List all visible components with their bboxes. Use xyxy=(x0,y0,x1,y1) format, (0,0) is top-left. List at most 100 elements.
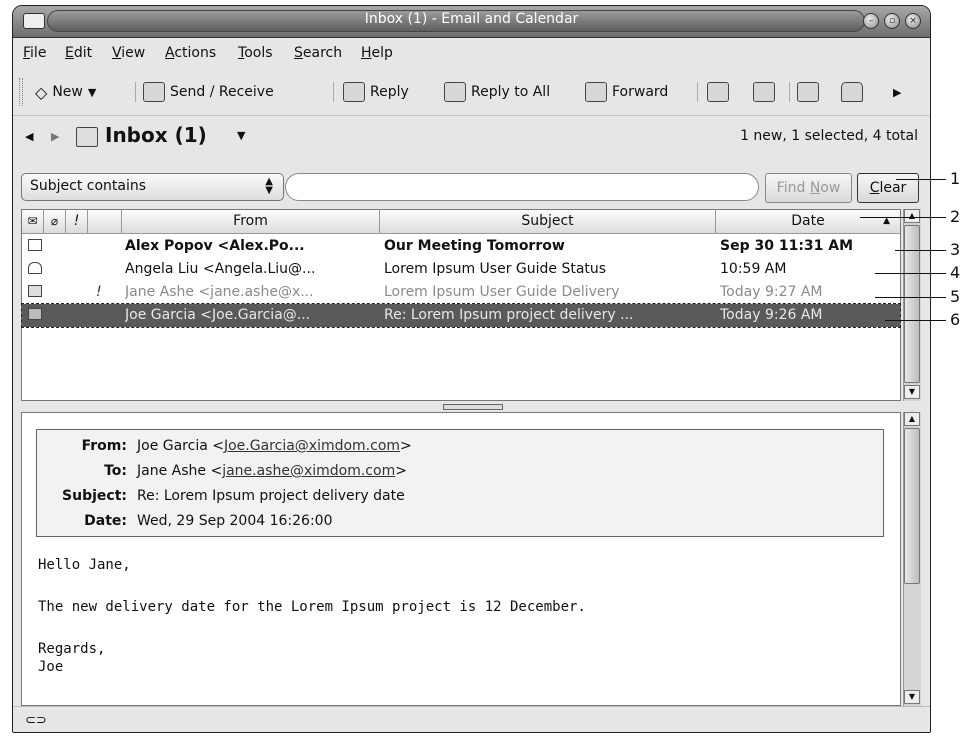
menu-help[interactable]: Help xyxy=(361,45,393,61)
splitter-handle[interactable] xyxy=(443,404,503,410)
copy-to-folder-button[interactable] xyxy=(753,80,775,104)
back-arrow-icon[interactable]: ◀ xyxy=(25,130,33,143)
table-row[interactable]: Angela Liu <Angela.Liu@... Lorem Ipsum U… xyxy=(22,258,900,281)
header-subject: Re: Lorem Ipsum project delivery date xyxy=(137,488,405,504)
callout-line-4 xyxy=(875,273,946,274)
search-criteria-dropdown[interactable]: Subject contains ▲ ▼ xyxy=(21,173,284,201)
scroll-thumb[interactable] xyxy=(904,225,920,383)
table-row-selected[interactable]: Joe Garcia <Joe.Garcia@... Re: Lorem Ips… xyxy=(21,303,901,328)
folder-summary: 1 new, 1 selected, 4 total xyxy=(740,128,918,144)
pane-splitter[interactable] xyxy=(13,403,930,411)
folder-dropdown-icon[interactable]: ▼ xyxy=(237,129,245,142)
message-header-box: From: Joe Garcia <Joe.Garcia@ximdom.com>… xyxy=(36,429,884,537)
message-list-scrollbar[interactable]: ▲ ▼ xyxy=(903,209,921,401)
column-status[interactable]: ✉ xyxy=(22,210,44,234)
forward-icon xyxy=(585,82,607,102)
replied-icon xyxy=(28,285,42,297)
toolbar-separator xyxy=(135,82,136,102)
menu-bar: File Edit View Actions Tools Search Help xyxy=(13,39,930,67)
callout-2: 2 xyxy=(950,207,961,226)
body-signature: Joe xyxy=(38,659,64,675)
toolbar-grip[interactable] xyxy=(19,78,23,106)
scroll-up-icon[interactable]: ▲ xyxy=(904,412,920,426)
new-dropdown-arrow-icon[interactable]: ▼ xyxy=(88,86,96,99)
body-greeting: Hello Jane, xyxy=(38,557,131,573)
menu-search[interactable]: Search xyxy=(294,45,342,61)
header-to: Jane Ashe <jane.ashe@ximdom.com> xyxy=(137,463,407,479)
column-from[interactable]: From xyxy=(122,210,380,234)
to-email-link[interactable]: jane.ashe@ximdom.com xyxy=(222,463,395,479)
forward-button[interactable]: Forward xyxy=(585,80,668,104)
toolbar-overflow-button[interactable]: ▶ xyxy=(893,80,901,104)
unread-envelope-icon xyxy=(28,239,42,251)
delete-button[interactable] xyxy=(841,80,863,104)
callout-5: 5 xyxy=(950,287,961,306)
up-down-arrows-icon: ▲ ▼ xyxy=(265,176,273,196)
message-preview: From: Joe Garcia <Joe.Garcia@ximdom.com>… xyxy=(21,412,901,706)
reply-button[interactable]: Reply xyxy=(343,80,409,104)
scroll-down-icon[interactable]: ▼ xyxy=(904,690,920,704)
callout-line-1 xyxy=(896,179,946,180)
column-flag[interactable] xyxy=(88,210,122,234)
toolbar-separator xyxy=(333,82,334,102)
preview-scrollbar[interactable]: ▲ ▼ xyxy=(903,412,921,706)
table-row[interactable]: ! Jane Ashe <jane.ashe@x... Lorem Ipsum … xyxy=(22,281,900,304)
online-status-icon[interactable]: ⊂⊃ xyxy=(25,713,47,728)
scroll-thumb[interactable] xyxy=(904,428,920,584)
folder-name[interactable]: Inbox (1) xyxy=(105,123,207,147)
minimize-button[interactable]: – xyxy=(863,13,879,29)
window-title: Inbox (1) - Email and Calendar xyxy=(364,11,579,27)
menu-actions[interactable]: Actions xyxy=(165,45,216,61)
callout-4: 4 xyxy=(950,263,961,282)
trash-icon xyxy=(841,82,863,102)
envelope-icon: ✉ xyxy=(27,214,38,228)
callout-3: 3 xyxy=(950,240,961,259)
callout-line-2 xyxy=(860,217,946,218)
scroll-up-icon[interactable]: ▲ xyxy=(904,209,920,223)
print-button[interactable] xyxy=(797,80,819,104)
status-bar: ⊂⊃ xyxy=(13,706,930,732)
new-icon: ◇ xyxy=(35,82,48,102)
callout-6: 6 xyxy=(950,310,961,329)
table-row[interactable]: Alex Popov <Alex.Po... Our Meeting Tomor… xyxy=(22,235,900,258)
message-list[interactable]: ✉ ⌀ ! From Subject Date ▲ Alex Popov <Al… xyxy=(21,209,901,401)
column-subject[interactable]: Subject xyxy=(380,210,716,234)
move-to-folder-button[interactable] xyxy=(707,80,729,104)
new-button[interactable]: ◇ New ▼ xyxy=(35,80,96,104)
send-receive-button[interactable]: Send / Receive xyxy=(143,80,274,104)
paperclip-icon: ⌀ xyxy=(50,214,59,228)
folder-bar: ◀ ▶ Inbox (1) ▼ 1 new, 1 selected, 4 tot… xyxy=(13,118,930,158)
maximize-button[interactable]: ▫ xyxy=(884,13,900,29)
scroll-down-icon[interactable]: ▼ xyxy=(904,385,920,399)
body-regards: Regards, xyxy=(38,641,106,657)
callout-line-5 xyxy=(875,297,946,298)
column-attachment[interactable]: ⌀ xyxy=(44,210,66,234)
search-input[interactable] xyxy=(285,173,759,201)
send-receive-icon xyxy=(143,82,165,102)
toolbar-separator xyxy=(697,82,698,102)
column-date[interactable]: Date ▲ xyxy=(716,210,900,234)
from-email-link[interactable]: Joe.Garcia@ximdom.com xyxy=(224,438,400,454)
inbox-folder-icon xyxy=(76,127,98,147)
menu-edit[interactable]: Edit xyxy=(65,45,92,61)
sort-ascending-icon: ▲ xyxy=(883,216,890,226)
menu-view[interactable]: View xyxy=(112,45,145,61)
clear-button[interactable]: Clear xyxy=(857,173,919,203)
move-to-folder-icon xyxy=(707,82,729,102)
column-priority[interactable]: ! xyxy=(66,210,88,234)
read-envelope-icon xyxy=(28,262,42,274)
menu-tools[interactable]: Tools xyxy=(238,45,273,61)
reply-icon xyxy=(343,82,365,102)
reply-all-icon xyxy=(444,82,466,102)
title-bar[interactable]: Inbox (1) - Email and Calendar – ▫ × xyxy=(13,6,930,38)
copy-to-folder-icon xyxy=(753,82,775,102)
printer-icon xyxy=(797,82,819,102)
toolbar: ◇ New ▼ Send / Receive Reply Reply to Al… xyxy=(13,68,930,116)
find-now-button[interactable]: Find Now xyxy=(765,173,852,203)
reply-all-button[interactable]: Reply to All xyxy=(444,80,550,104)
menu-file[interactable]: File xyxy=(23,45,46,61)
body-line: The new delivery date for the Lorem Ipsu… xyxy=(38,599,586,615)
forward-arrow-icon[interactable]: ▶ xyxy=(51,130,59,143)
toolbar-separator xyxy=(789,82,790,102)
close-button[interactable]: × xyxy=(905,13,921,29)
